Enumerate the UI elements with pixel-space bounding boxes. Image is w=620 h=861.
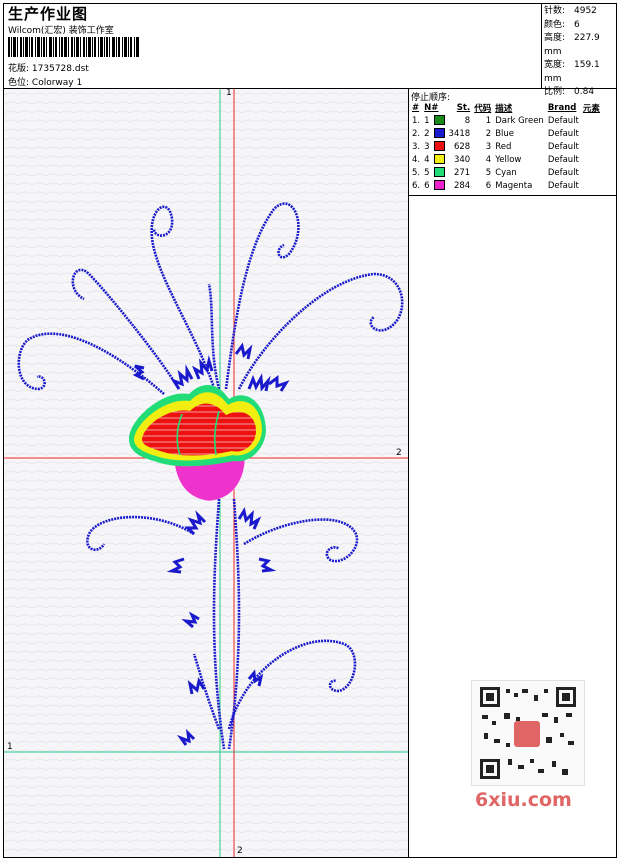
row-code: 5 [485, 167, 492, 178]
col-stitches: St. [456, 102, 471, 113]
row-description: Dark Green [495, 115, 544, 126]
row-swatch [432, 179, 447, 192]
stat-colors: 颜色: 6 [544, 19, 580, 30]
table-row[interactable]: 4. 4 340 4 Yellow Default [410, 153, 602, 166]
row-swatch [432, 114, 447, 127]
guide-label-red-top: 1 [226, 89, 232, 98]
row-index: 1. [412, 115, 421, 126]
row-swatch [432, 140, 447, 153]
table-row[interactable]: 3. 3 628 3 Red Default [410, 140, 602, 153]
row-element [581, 140, 602, 153]
row-code: 6 [485, 180, 492, 191]
row-description: Red [495, 141, 512, 152]
watermark-site-text: 6xiu.com [475, 789, 572, 811]
row-element [581, 127, 602, 140]
header-stats-divider [541, 3, 542, 88]
row-code: 3 [485, 141, 492, 152]
row-description: Blue [495, 128, 515, 139]
color-swatch [433, 128, 445, 139]
stop-sequence-table: # N# St. 代码 描述 Brand 元素 1. 1 8 1 Dark Green D… [410, 101, 602, 192]
color-swatch [433, 115, 445, 126]
row-index: 3. [412, 141, 421, 152]
colorway-row: 色位: Colorway 1 [8, 75, 82, 88]
qr-code-icon [480, 687, 576, 779]
row-number: 4 [424, 154, 430, 165]
design-file-row: 花版: 1735728.dst [8, 61, 89, 74]
guide-label-green-left: 1 [7, 742, 13, 752]
row-stitches: 340 [453, 154, 471, 165]
table-row[interactable]: 1. 1 8 1 Dark Green Default [410, 114, 602, 127]
row-brand: Default [547, 115, 579, 126]
guide-label-red-right: 2 [396, 448, 402, 458]
row-stitches: 8 [464, 115, 471, 126]
color-swatch [433, 180, 445, 191]
row-element [581, 153, 602, 166]
row-number: 5 [424, 167, 430, 178]
row-code: 1 [485, 115, 492, 126]
row-description: Magenta [495, 180, 533, 191]
row-index: 5. [412, 167, 421, 178]
row-description: Yellow [495, 154, 522, 165]
row-stitches: 284 [453, 180, 471, 191]
col-desc: 描述 [495, 103, 513, 114]
row-brand: Default [547, 141, 579, 152]
col-element: 元素 [582, 103, 600, 114]
col-n: N# [424, 102, 439, 113]
row-element [581, 166, 602, 179]
col-brand: Brand [547, 102, 577, 113]
row-description: Cyan [495, 167, 517, 178]
qr-code-watermark [471, 680, 585, 786]
row-index: 4. [412, 154, 421, 165]
design-file-name: 1735728.dst [31, 64, 89, 74]
row-brand: Default [547, 128, 579, 139]
row-number: 3 [424, 141, 430, 152]
row-number: 2 [424, 128, 430, 139]
row-stitches: 3418 [448, 128, 471, 139]
col-hash: # [412, 102, 420, 113]
col-code: 代码 [474, 103, 492, 114]
row-number: 1 [424, 115, 430, 126]
row-brand: Default [547, 180, 579, 191]
row-element [581, 179, 602, 192]
color-swatch [433, 167, 445, 178]
row-swatch [432, 153, 447, 166]
barcode-image [8, 37, 139, 57]
stat-height: 高度: 227.9 mm [544, 33, 600, 57]
row-brand: Default [547, 167, 579, 178]
color-swatch [433, 154, 445, 165]
design-canvas[interactable]: 1 2 1 2 [4, 89, 409, 857]
stat-width: 宽度: 159.1 mm [544, 60, 600, 84]
guide-label-red-bottom: 2 [237, 846, 243, 856]
row-element [581, 114, 602, 127]
row-stitches: 271 [453, 167, 471, 178]
stoplist-divider [409, 195, 617, 196]
table-row[interactable]: 6. 6 284 6 Magenta Default [410, 179, 602, 192]
design-file-label: 花版: [8, 64, 30, 74]
colorway-label: 色位: [8, 78, 30, 88]
row-index: 6. [412, 180, 421, 191]
row-code: 2 [485, 128, 492, 139]
row-stitches: 628 [453, 141, 471, 152]
row-number: 6 [424, 180, 430, 191]
stat-stitches: 针数: 4952 [544, 6, 597, 16]
row-swatch [432, 166, 447, 179]
table-header-row: # N# St. 代码 描述 Brand 元素 [410, 101, 602, 114]
design-stats: 针数: 4952 颜色: 6 高度: 227.9 mm 宽度: 159.1 mm 比例:… [544, 5, 620, 100]
table-row[interactable]: 5. 5 271 5 Cyan Default [410, 166, 602, 179]
page-title: 生产作业图 [8, 5, 89, 23]
embroidery-design [4, 89, 408, 857]
colorway-name: Colorway 1 [31, 78, 83, 88]
studio-name: Wilcom(汇宏) 装饰工作室 [8, 26, 114, 36]
table-row[interactable]: 2. 2 3418 2 Blue Default [410, 127, 602, 140]
row-code: 4 [485, 154, 492, 165]
color-swatch [433, 141, 445, 152]
row-brand: Default [547, 154, 579, 165]
row-index: 2. [412, 128, 421, 139]
row-swatch [432, 127, 447, 140]
